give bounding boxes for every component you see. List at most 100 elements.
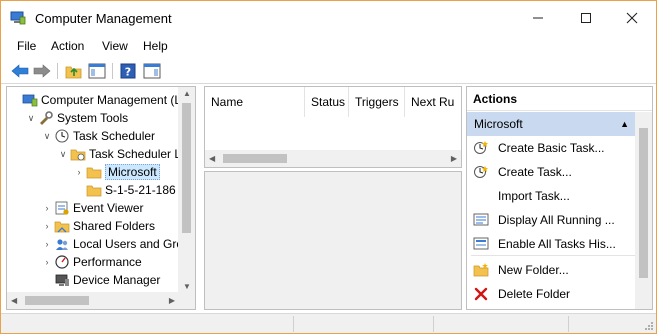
scroll-down-arrow-icon[interactable]: ▼ [183, 282, 191, 291]
status-bar [1, 313, 656, 333]
tree-item[interactable]: › Local Users and Grou [42, 235, 190, 253]
tree-item-label: Computer Management (Lo [41, 93, 188, 107]
scroll-left-arrow-icon[interactable]: ◀ [11, 296, 17, 305]
clock-icon [55, 129, 69, 143]
actions-vertical-scrollbar[interactable] [635, 112, 652, 309]
task-details-pane [204, 171, 462, 310]
tree-vertical-scrollbar[interactable]: ▲ ▼ [178, 87, 195, 293]
tree-item[interactable]: ∨ Task Scheduler [42, 127, 155, 145]
action-item-label: Enable All Tasks His... [498, 237, 616, 251]
collapsed-chevron-icon[interactable]: › [42, 239, 52, 249]
status-cell [433, 316, 568, 332]
show-hide-tree-button[interactable] [87, 61, 107, 81]
maximize-icon [581, 13, 591, 23]
action-item[interactable]: New Folder... [467, 259, 637, 281]
action-spacer [473, 188, 489, 204]
action-item-label: Create Basic Task... [498, 141, 605, 155]
scroll-left-arrow-icon[interactable]: ◀ [209, 154, 215, 163]
column-header-name[interactable]: Name [205, 87, 305, 117]
expanded-chevron-icon[interactable]: ∨ [42, 131, 52, 142]
actions-pane: Actions Microsoft ▲ Create Basic Task...… [466, 86, 653, 310]
scroll-up-arrow-icon[interactable]: ▲ [183, 89, 191, 98]
forward-icon [33, 64, 51, 78]
actions-header: Actions [467, 87, 652, 111]
scrollbar-thumb[interactable] [25, 296, 89, 305]
expanded-chevron-icon[interactable]: ∨ [58, 149, 68, 160]
column-header-status[interactable]: Status [305, 87, 349, 117]
tree-item[interactable]: ∨ System Tools [26, 109, 128, 127]
status-cell [568, 316, 638, 332]
create-task-icon [473, 164, 489, 180]
toolbar: ? [1, 58, 656, 84]
window-title: Computer Management [35, 11, 172, 26]
toolbar-separator [57, 63, 58, 79]
column-header-next-run[interactable]: Next Ru [405, 87, 461, 117]
collapsed-chevron-icon[interactable]: › [42, 203, 52, 213]
folder-icon [86, 167, 102, 179]
tree-item[interactable]: › Microsoft [74, 163, 160, 181]
action-item[interactable]: Display All Running ... [467, 209, 637, 231]
show-hide-action-pane-button[interactable] [142, 61, 162, 81]
title-bar[interactable]: Computer Management [1, 1, 656, 35]
action-item[interactable]: Enable All Tasks His... [467, 233, 637, 255]
action-item[interactable]: Create Task... [467, 161, 637, 183]
help-button[interactable]: ? [118, 61, 138, 81]
tree-item[interactable]: › Event Viewer [42, 199, 144, 217]
back-button[interactable] [10, 61, 30, 81]
device-manager-icon [55, 274, 69, 286]
actions-group-label: Microsoft [474, 117, 523, 131]
column-header-triggers[interactable]: Triggers [349, 87, 405, 117]
performance-icon [55, 255, 69, 269]
tree-item-label: Event Viewer [73, 201, 144, 215]
action-item-label: New Folder... [498, 263, 569, 277]
create-basic-task-icon [473, 140, 489, 156]
column-label: Triggers [355, 95, 399, 109]
status-cell [293, 316, 433, 332]
collapsed-chevron-icon[interactable]: › [42, 221, 52, 231]
show-hide-action-pane-icon [143, 63, 161, 79]
action-item[interactable]: Import Task... [467, 185, 637, 207]
collapsed-chevron-icon[interactable]: › [74, 167, 84, 177]
menu-view[interactable]: View [102, 39, 128, 53]
system-tools-icon [40, 111, 53, 125]
enable-history-icon [473, 236, 489, 252]
menu-action[interactable]: Action [51, 39, 84, 53]
action-item-label: Import Task... [498, 189, 570, 203]
tree-item[interactable]: Computer Management (Lo [10, 91, 188, 109]
action-item[interactable]: Create Basic Task... [467, 137, 637, 159]
collapsed-chevron-icon[interactable]: › [42, 257, 52, 267]
scroll-right-arrow-icon[interactable]: ▶ [451, 154, 457, 163]
minimize-icon [533, 17, 543, 19]
tree-item-label: Task Scheduler L [89, 147, 182, 161]
menu-help[interactable]: Help [143, 39, 168, 53]
tree-item[interactable]: › Performance [42, 253, 142, 271]
tree-item-label: System Tools [57, 111, 129, 125]
console-tree: Computer Management (Lo ∨ System Tools ∨ Tas… [6, 86, 196, 310]
menu-file[interactable]: File [17, 39, 36, 53]
tree-item[interactable]: Device Manager [42, 271, 160, 289]
actions-group-microsoft[interactable]: Microsoft ▲ [467, 112, 637, 136]
tree-horizontal-scrollbar[interactable]: ◀ ▶ [7, 292, 195, 309]
shared-folders-icon [54, 221, 70, 233]
resize-grip-icon[interactable] [644, 321, 654, 331]
collapse-caret-icon[interactable]: ▲ [620, 119, 629, 129]
scrollbar-thumb[interactable] [182, 103, 191, 233]
close-button[interactable] [609, 1, 655, 35]
action-item[interactable]: Delete Folder [467, 283, 637, 305]
maximize-button[interactable] [563, 1, 609, 35]
tree-item[interactable]: S-1-5-21-186 [74, 181, 176, 199]
delete-icon [473, 286, 489, 302]
expanded-chevron-icon[interactable]: ∨ [26, 113, 36, 124]
forward-button[interactable] [32, 61, 52, 81]
task-list-horizontal-scrollbar[interactable]: ◀ ▶ [205, 150, 461, 167]
tree-item[interactable]: ∨ Task Scheduler L [58, 145, 181, 163]
scrollbar-thumb[interactable] [639, 128, 648, 278]
scrollbar-thumb[interactable] [223, 154, 287, 163]
column-label: Status [311, 95, 346, 109]
scroll-right-arrow-icon[interactable]: ▶ [169, 296, 175, 305]
toolbar-separator [112, 63, 113, 79]
tree-item[interactable]: › Shared Folders [42, 217, 156, 235]
up-one-level-button[interactable] [64, 61, 84, 81]
tree-item-label: Microsoft [105, 164, 160, 180]
minimize-button[interactable] [515, 1, 561, 35]
